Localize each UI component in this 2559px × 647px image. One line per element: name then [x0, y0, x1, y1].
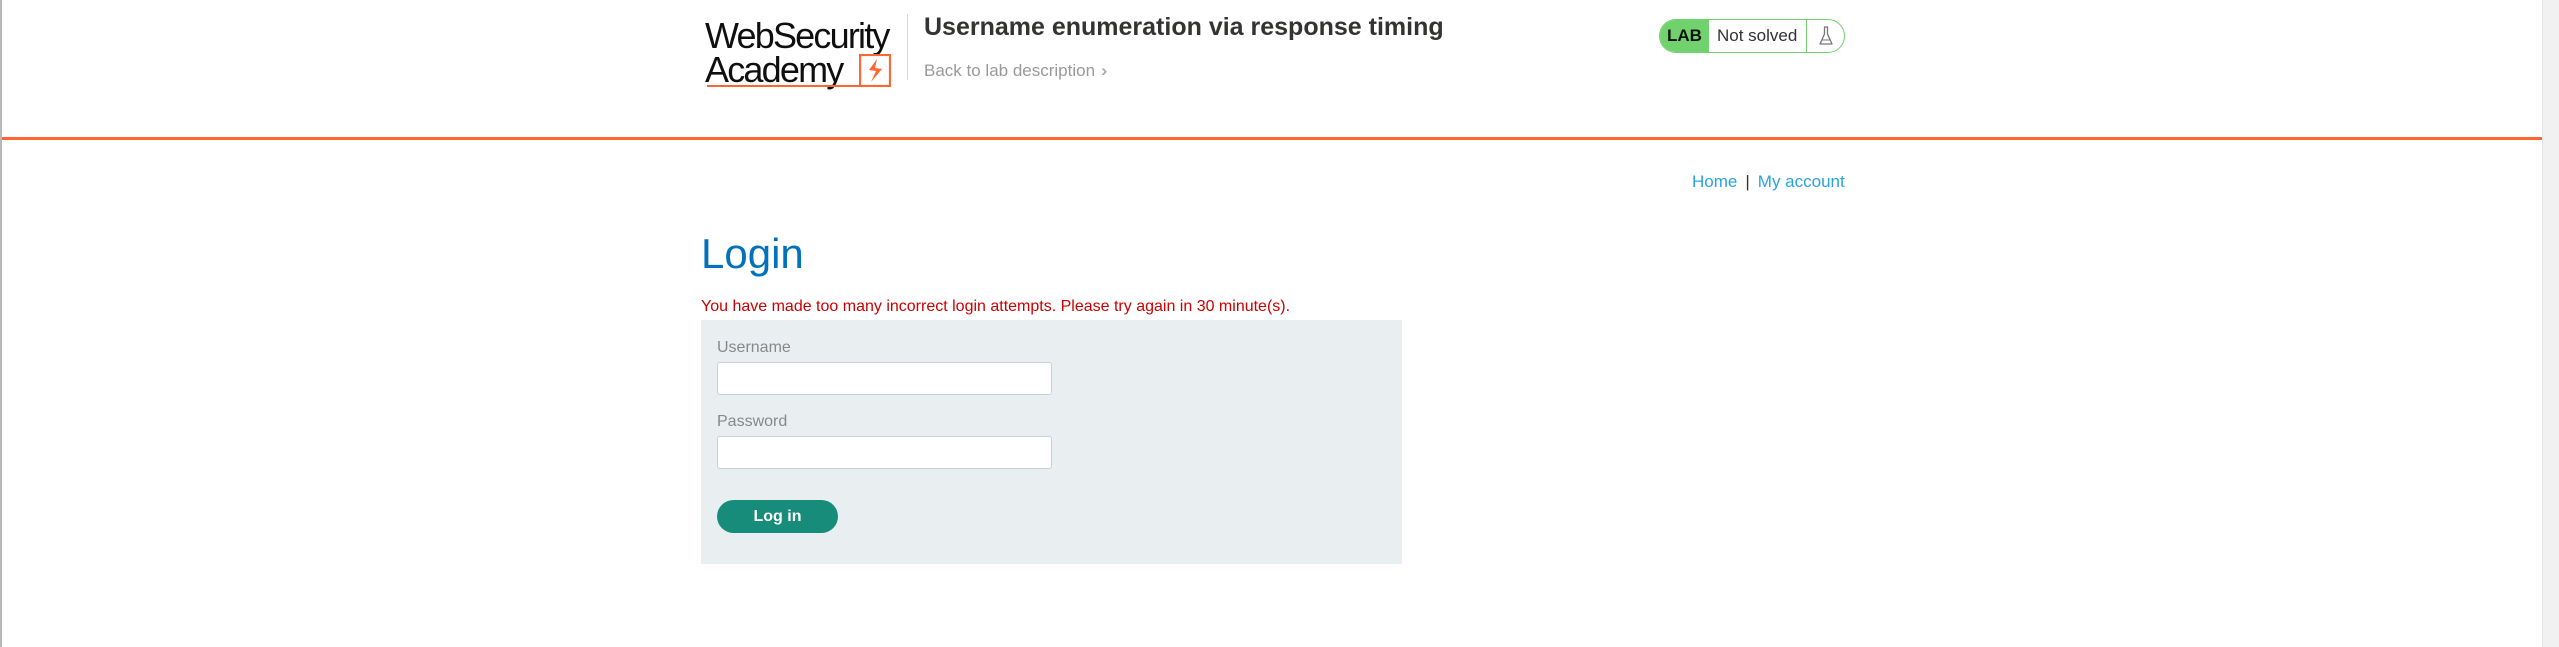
header-divider — [907, 14, 908, 80]
academy-header: WebSecurity Academy Username enumeration… — [2, 0, 2542, 140]
lab-title: Username enumeration via response timing — [924, 13, 1444, 41]
top-nav: Home | My account — [1692, 172, 1845, 192]
logo-underline — [707, 85, 885, 87]
home-link[interactable]: Home — [1692, 172, 1737, 191]
username-input[interactable] — [717, 362, 1052, 395]
nav-separator: | — [1745, 172, 1750, 191]
login-error-message: You have made too many incorrect login a… — [701, 298, 1291, 315]
lab-badge: LAB — [1660, 20, 1709, 52]
flask-icon — [1806, 20, 1844, 52]
lab-status-widget: LAB Not solved — [1659, 19, 1845, 53]
double-chevron-right-icon: ›› — [1101, 61, 1109, 80]
username-label: Username — [717, 339, 791, 356]
log-in-button[interactable]: Log in — [717, 500, 838, 533]
lightning-bolt-icon — [859, 54, 891, 87]
page-title: Login — [701, 230, 804, 277]
password-label: Password — [717, 413, 788, 430]
lab-status-text: Not solved — [1717, 26, 1798, 45]
logo-text-line-2: Academy — [705, 49, 844, 90]
my-account-link[interactable]: My account — [1758, 172, 1845, 191]
vertical-scrollbar[interactable] — [2542, 0, 2559, 647]
password-input[interactable] — [717, 436, 1052, 469]
web-security-academy-logo[interactable]: WebSecurity Academy — [705, 16, 905, 90]
back-to-lab-description-link[interactable]: Back to lab description ›› — [924, 61, 1109, 81]
login-form: Username Password Log in — [701, 320, 1402, 564]
back-link-label: Back to lab description — [924, 61, 1096, 80]
